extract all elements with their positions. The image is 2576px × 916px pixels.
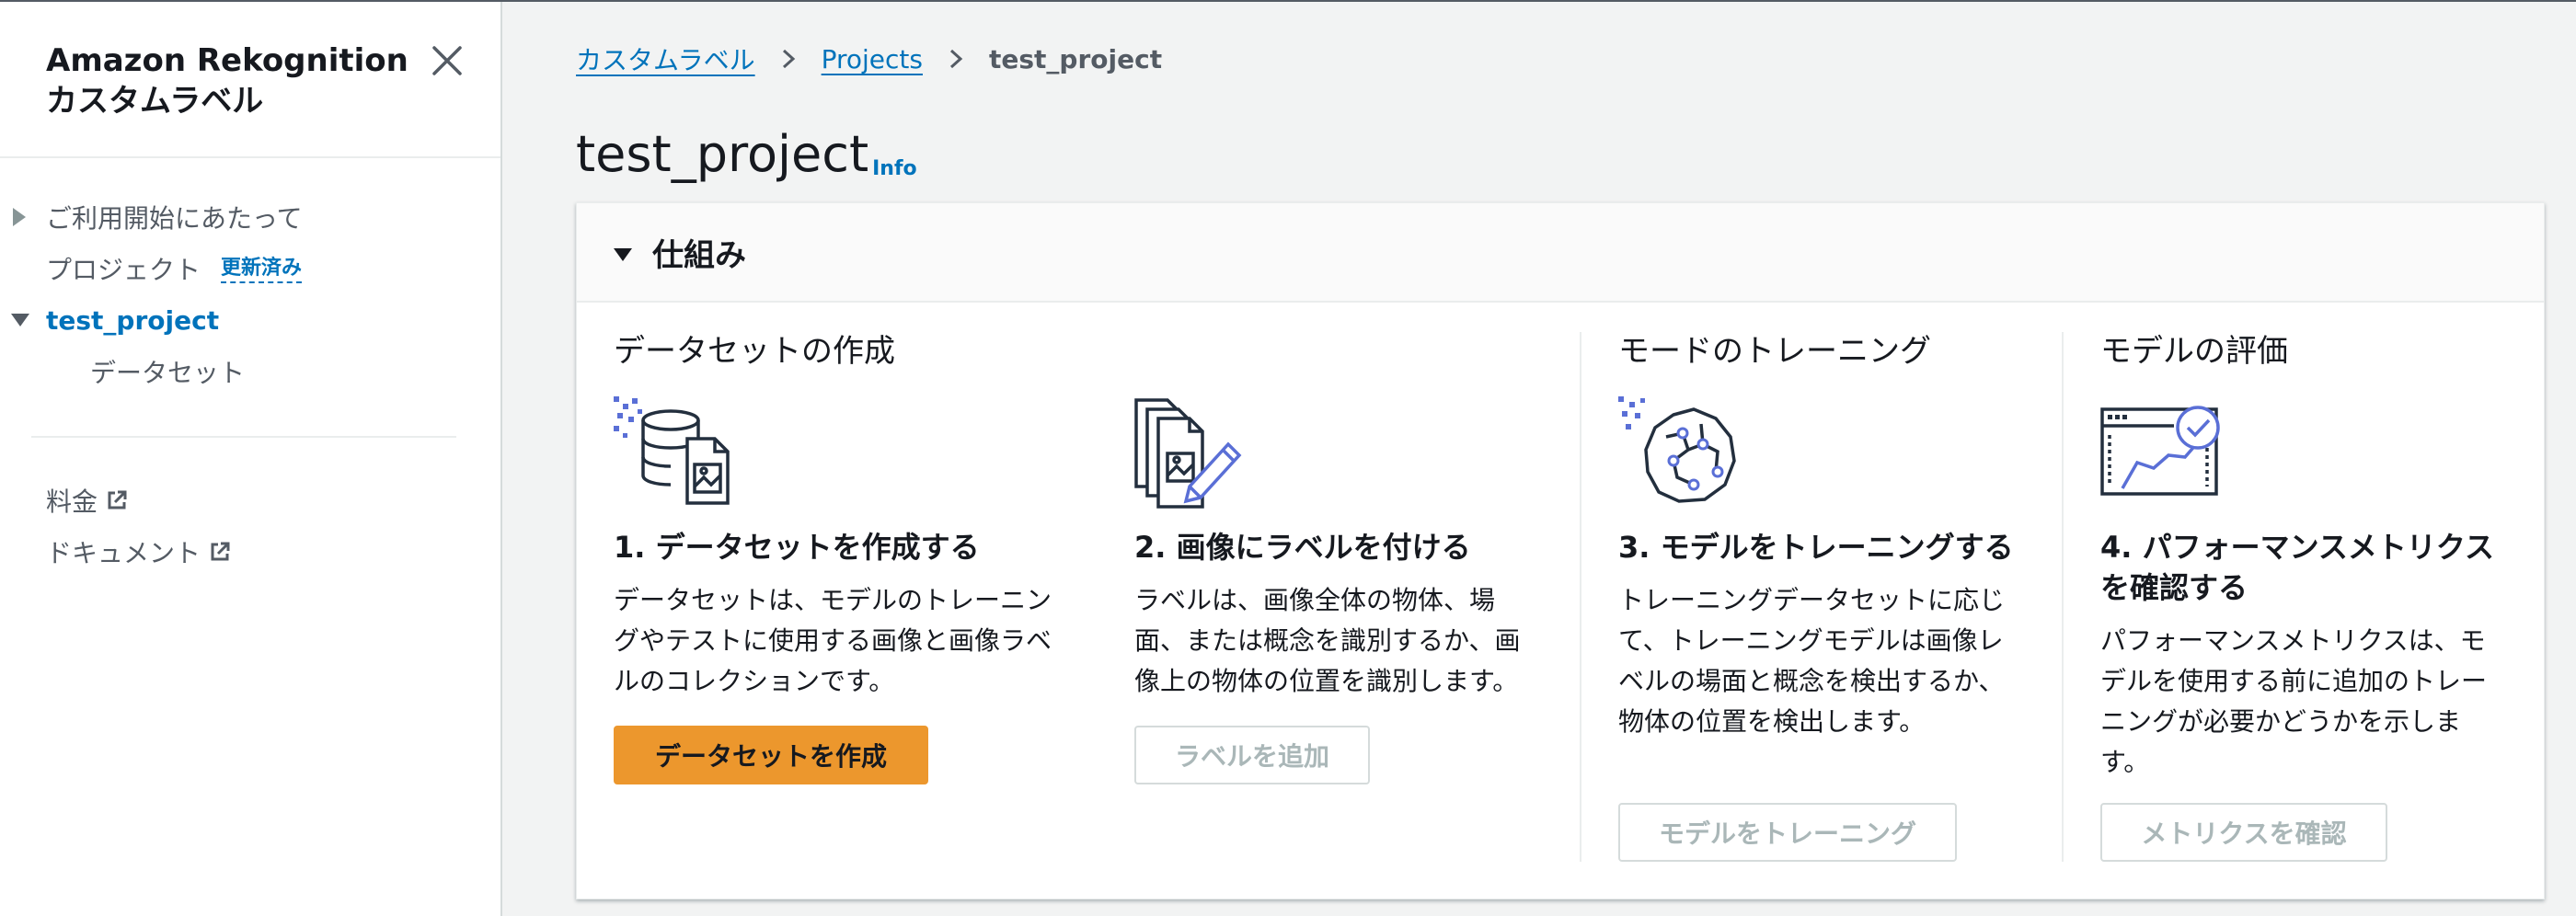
sidebar-link-label[interactable]: 料金 <box>46 482 98 519</box>
description-line: ラベルは、画像全体の物体、場 <box>1134 585 1496 615</box>
section-evaluation: モデルの評価 <box>2100 332 2288 371</box>
breadcrumb: カスタムラベル Projects test_project <box>576 40 1162 77</box>
caret-down-icon[interactable] <box>11 314 29 326</box>
updated-badge[interactable]: 更新済み <box>221 256 303 283</box>
page-header: test_project Info <box>576 121 917 188</box>
step-2-description: ラベルは、画像全体の物体、場 面、または概念を識別するか、画 像上の物体の位置を… <box>1134 580 1558 702</box>
panel-title: 仕組み <box>652 236 746 274</box>
sidebar-item-datasets[interactable]: データセット <box>0 346 500 397</box>
description-line: グやテストに使用する画像と画像ラベ <box>614 625 1052 656</box>
step-3-description: トレーニングデータセットに応じ て、トレーニングモデルは画像レ ベルの場面と概念… <box>1618 580 2041 742</box>
side-navigation: Amazon Rekognition カスタムラベル ご利用開始にあたって プロ… <box>0 2 502 916</box>
section-title: モデルの評価 <box>2100 333 2288 370</box>
external-link-icon <box>108 490 127 510</box>
sidebar-external-links: 料金 ドキュメント <box>0 475 500 578</box>
step-1-description: データセットは、モデルのトレーニン グやテストに使用する画像と画像ラベ ルのコレ… <box>614 580 1074 702</box>
sidebar-item-projects[interactable]: プロジェクト 更新済み <box>0 243 500 294</box>
how-it-works-panel: 仕組み データセットの作成 モードのトレーニング モデルの評価 1. データセッ… <box>576 202 2545 899</box>
section-title: モードのトレーニング <box>1618 333 1931 370</box>
sidebar-link-label[interactable]: ドキュメント <box>46 533 201 570</box>
section-title: データセットの作成 <box>614 333 895 370</box>
step-4-description: パフォーマンスメトリクスは、モ デルを使用する前に追加のトレー ニングが必要かど… <box>2100 621 2524 783</box>
database-image-icon <box>614 396 730 505</box>
info-link[interactable]: Info <box>872 157 917 180</box>
breadcrumb-custom-labels[interactable]: カスタムラベル <box>576 40 755 77</box>
sidebar-divider <box>0 156 500 158</box>
description-line: ベルの場面と概念を検出するか、 <box>1618 666 2005 696</box>
add-labels-button[interactable]: ラベルを追加 <box>1134 726 1370 784</box>
column-divider <box>1580 332 1581 862</box>
breadcrumb-current: test_project <box>989 43 1163 74</box>
train-model-button[interactable]: モデルをトレーニング <box>1618 803 1957 862</box>
description-line: 面、または概念を識別するか、画 <box>1134 625 1521 656</box>
description-line: 物体の位置を検出します。 <box>1618 706 1926 737</box>
sidebar-item-test-project[interactable]: test_project <box>0 294 500 346</box>
sidebar-item-label[interactable]: データセット <box>90 353 245 390</box>
step-1-title: 1. データセットを作成する <box>614 530 980 565</box>
review-metrics-button[interactable]: メトリクスを確認 <box>2100 803 2387 862</box>
sidebar-item-label[interactable]: プロジェクト <box>46 250 201 287</box>
sidebar-link-pricing[interactable]: 料金 <box>0 475 500 526</box>
description-line: トレーニングデータセットに応じ <box>1618 585 2006 615</box>
labeling-pencil-icon <box>1134 398 1242 509</box>
sidebar-link-documentation[interactable]: ドキュメント <box>0 526 500 578</box>
caret-right-icon[interactable] <box>13 208 26 226</box>
title-line: 4. パフォーマンスメトリクス <box>2100 530 2494 565</box>
title-line: を確認する <box>2100 570 2248 605</box>
description-line: ニングが必要かどうかを示しま <box>2100 706 2462 737</box>
chevron-right-icon <box>949 49 963 69</box>
step-3-title: 3. モデルをトレーニングする <box>1618 530 2014 565</box>
sidebar-header: Amazon Rekognition カスタムラベル <box>46 40 432 121</box>
description-line: データセットは、モデルのトレーニン <box>614 585 1052 615</box>
breadcrumb-projects[interactable]: Projects <box>822 44 923 74</box>
chevron-right-icon <box>782 49 795 69</box>
section-training: モードのトレーニング <box>1618 332 1931 371</box>
section-dataset: データセットの作成 <box>614 332 895 371</box>
step-2-title: 2. 画像にラベルを付ける <box>1134 530 1471 565</box>
description-line: ルのコレクションです。 <box>614 666 895 696</box>
sidebar-divider <box>31 436 456 438</box>
description-line: パフォーマンスメトリクスは、モ <box>2100 625 2486 656</box>
description-line: て、トレーニングモデルは画像レ <box>1618 625 2004 656</box>
description-line: デルを使用する前に追加のトレー <box>2100 666 2488 696</box>
external-link-icon <box>211 542 230 561</box>
close-icon[interactable] <box>429 42 466 79</box>
page-title: test_project <box>576 125 869 183</box>
column-divider <box>2062 332 2064 862</box>
step-4-title: 4. パフォーマンスメトリクス を確認する <box>2100 527 2524 608</box>
how-it-works-toggle[interactable]: 仕組み <box>577 203 2544 303</box>
sidebar-nav: ご利用開始にあたって プロジェクト 更新済み test_project データセ… <box>0 191 500 397</box>
brain-network-icon <box>1618 396 1736 503</box>
create-dataset-button[interactable]: データセットを作成 <box>614 726 928 784</box>
metrics-chart-icon <box>2100 406 2220 496</box>
sidebar-title-line1: Amazon Rekognition <box>46 42 408 79</box>
caret-down-icon[interactable] <box>614 248 632 261</box>
sidebar-item-getting-started[interactable]: ご利用開始にあたって <box>0 191 500 243</box>
description-line: す。 <box>2100 747 2150 777</box>
sidebar-item-label[interactable]: ご利用開始にあたって <box>46 199 303 235</box>
sidebar-title-line2: カスタムラベル <box>46 83 264 120</box>
description-line: 像上の物体の位置を識別します。 <box>1134 666 1519 696</box>
sidebar-item-label[interactable]: test_project <box>46 305 219 336</box>
